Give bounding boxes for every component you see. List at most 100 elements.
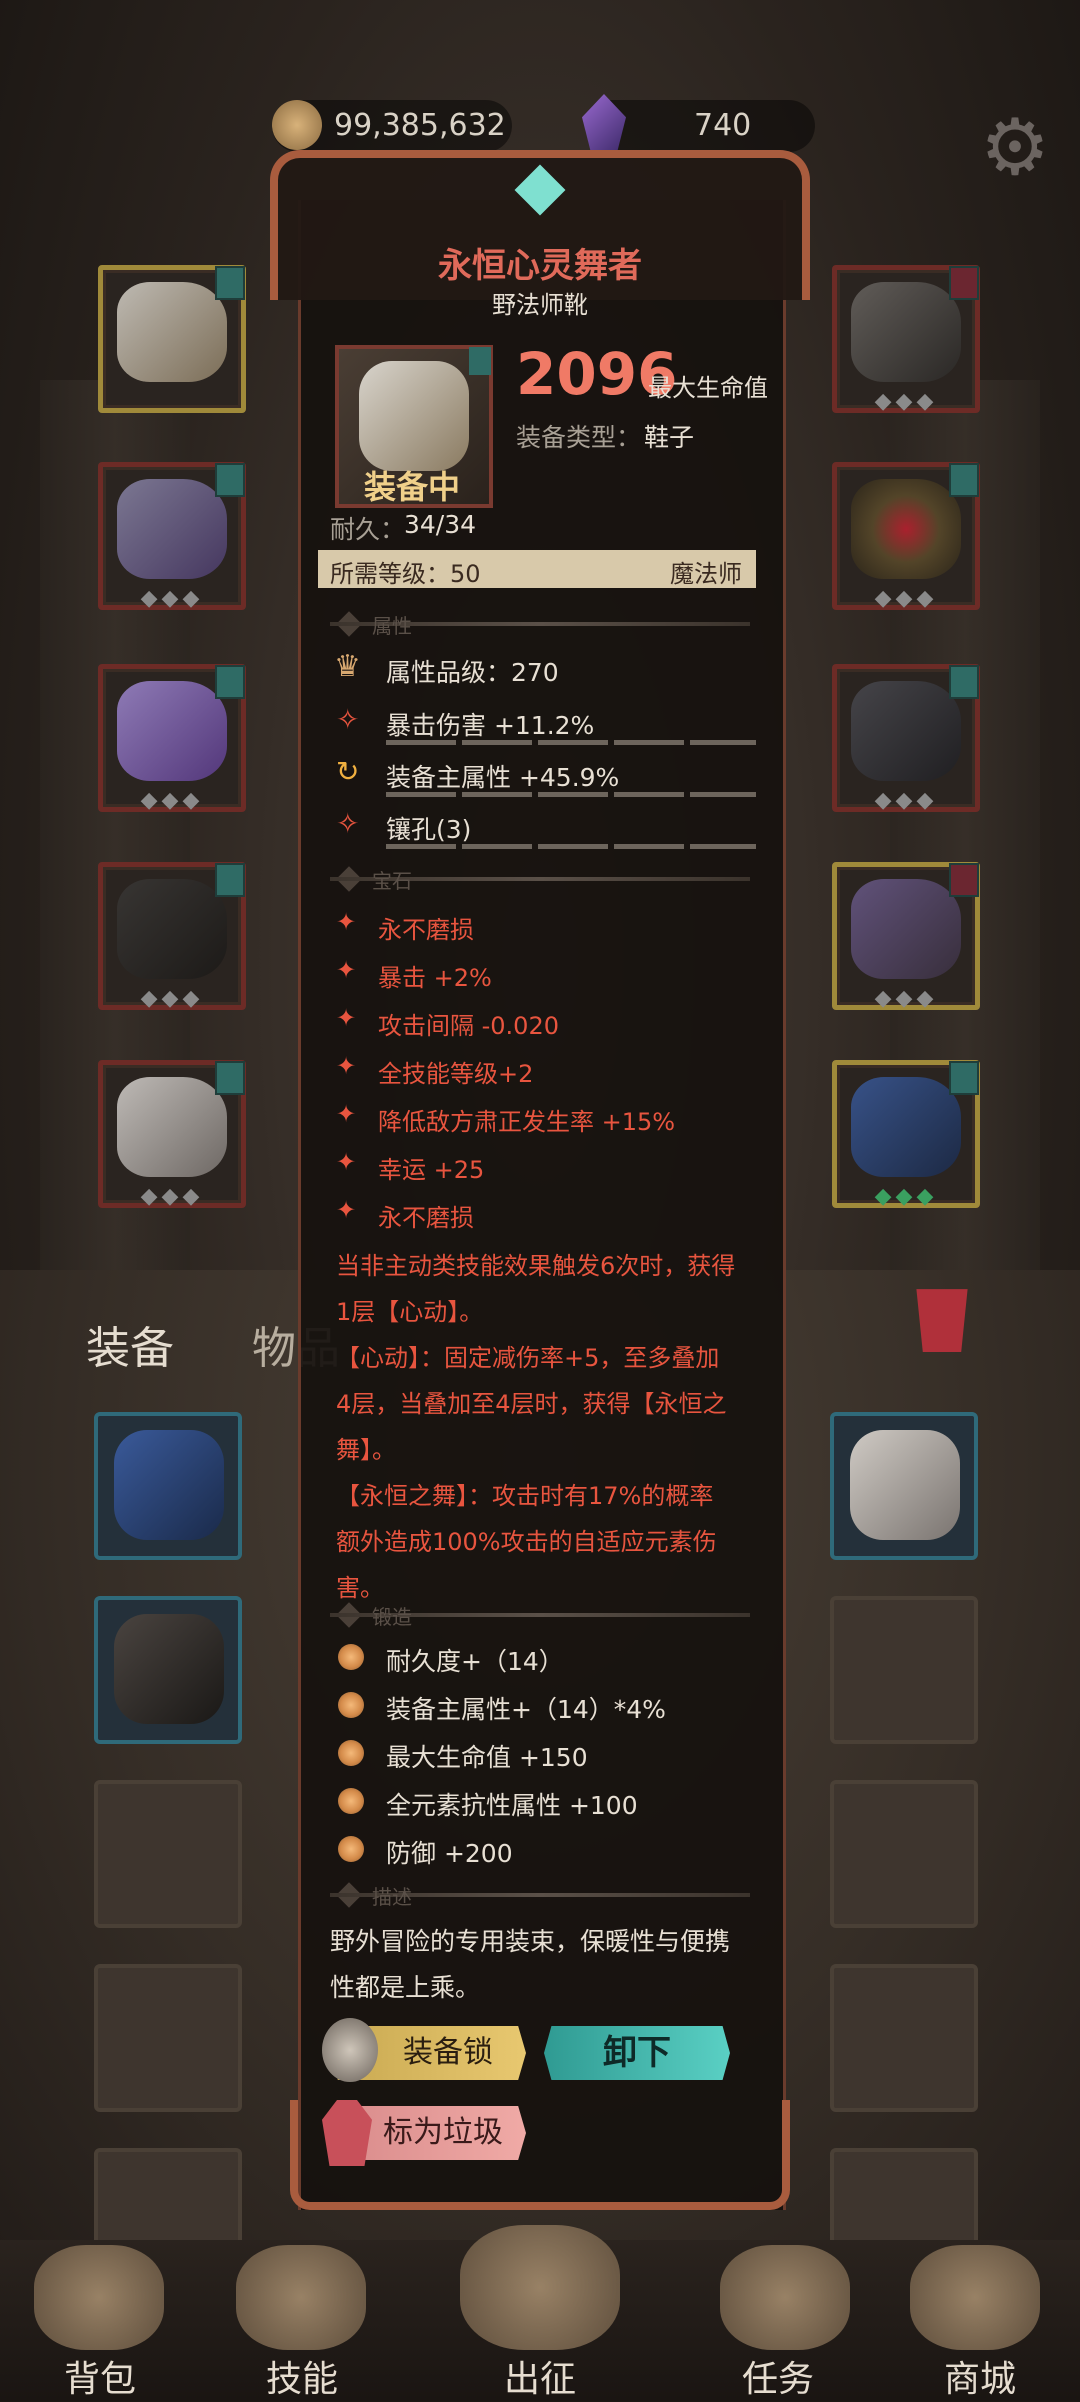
durability-value: 34/34 bbox=[404, 510, 477, 539]
item-subtitle: 野法师靴 bbox=[492, 291, 588, 319]
gem-bullet-icon: ✦ bbox=[336, 908, 357, 936]
gem-bullet-icon: ✦ bbox=[336, 1196, 357, 1224]
roll-bar bbox=[690, 844, 756, 849]
equip-slot-shield[interactable]: ◆◆◆ bbox=[832, 1060, 980, 1209]
gem-bullet-icon: ✦ bbox=[336, 956, 357, 984]
gem-line: 幸运 +25 bbox=[378, 1156, 485, 1184]
equip-slot-pants[interactable]: ◆◆◆ bbox=[98, 862, 246, 1011]
boots-icon bbox=[359, 361, 469, 471]
tab-equipment[interactable]: 装备 bbox=[86, 1312, 174, 1376]
bag-slot-empty[interactable] bbox=[94, 1964, 242, 2112]
bag-slot-empty[interactable] bbox=[94, 1780, 242, 1928]
equip-slot-boots[interactable]: ◆◆◆ bbox=[98, 1060, 246, 1209]
roll-bar bbox=[538, 740, 608, 745]
roll-bar bbox=[386, 844, 456, 849]
roll-bar bbox=[690, 740, 756, 745]
roll-bar bbox=[614, 740, 684, 745]
equip-slot-amulet[interactable]: ◆◆◆ bbox=[832, 462, 980, 611]
nav-expedition[interactable]: 出征 bbox=[470, 2350, 610, 2402]
forge-line: 装备主属性+（14）*4% bbox=[386, 1695, 666, 1724]
equip-slot-helmet-right[interactable]: ◆◆◆ bbox=[832, 265, 980, 414]
roll-bar bbox=[386, 792, 456, 797]
crown-icon: ♛ bbox=[334, 649, 361, 684]
nav-shop[interactable]: 商城 bbox=[910, 2350, 1050, 2402]
section-attributes: 属性 bbox=[372, 614, 412, 638]
set-effect-line: 额外造成100%攻击的自适应元素伤 bbox=[336, 1528, 717, 1556]
set-effect-line: 1层【心动】。 bbox=[336, 1298, 484, 1326]
unequip-button[interactable]: 卸下 bbox=[544, 2026, 730, 2080]
set-effect-line: 4层，当叠加至4层时，获得【永恒之 bbox=[336, 1390, 727, 1418]
backpack-icon[interactable] bbox=[34, 2245, 164, 2350]
socket-icon: ✧ bbox=[336, 807, 360, 840]
type-value: 鞋子 bbox=[644, 423, 695, 452]
equip-slot-armor[interactable]: ◆◆◆ bbox=[98, 462, 246, 611]
nav-skills[interactable]: 技能 bbox=[232, 2350, 372, 2402]
gold-amount: 99,385,632 bbox=[334, 108, 506, 143]
roll-bar bbox=[614, 844, 684, 849]
forge-orb-icon bbox=[338, 1692, 364, 1718]
roll-bar bbox=[462, 844, 532, 849]
main-attribute-icon: ↻ bbox=[336, 755, 360, 788]
level-requirement: 所需等级：50 bbox=[330, 560, 481, 588]
quests-icon[interactable] bbox=[720, 2245, 850, 2350]
description-line: 性都是上乘。 bbox=[330, 1973, 481, 2002]
bag-slot-pants[interactable] bbox=[830, 1412, 978, 1560]
gem-bullet-icon: ✦ bbox=[336, 1052, 357, 1080]
settings-gear-icon[interactable]: ⚙ bbox=[975, 108, 1055, 188]
forge-orb-icon bbox=[338, 1836, 364, 1862]
bag-slot-boots[interactable] bbox=[94, 1596, 242, 1744]
section-description: 描述 bbox=[372, 1885, 412, 1909]
attribute-line: 属性品级：270 bbox=[386, 658, 559, 687]
nav-backpack[interactable]: 背包 bbox=[30, 2350, 170, 2402]
equip-slot-helmet-left[interactable] bbox=[98, 265, 246, 413]
expedition-icon[interactable] bbox=[460, 2225, 620, 2350]
skills-icon[interactable] bbox=[236, 2245, 366, 2350]
set-effect-line: 害。 bbox=[336, 1574, 384, 1602]
gem-line: 全技能等级+2 bbox=[378, 1060, 534, 1088]
class-requirement: 魔法师 bbox=[670, 560, 742, 588]
bag-slot-empty[interactable] bbox=[830, 1964, 978, 2112]
forge-line: 全元素抗性属性 +100 bbox=[386, 1791, 638, 1820]
bag-slot-empty[interactable] bbox=[830, 1596, 978, 1744]
bag-slot-empty[interactable] bbox=[830, 1780, 978, 1928]
bag-slot-shield[interactable] bbox=[94, 1412, 242, 1560]
roll-bar bbox=[462, 792, 532, 797]
forge-orb-icon bbox=[338, 1788, 364, 1814]
crit-damage-icon: ✧ bbox=[336, 703, 360, 736]
gem-bullet-icon: ✦ bbox=[336, 1004, 357, 1032]
main-stat-label: 最大生命值 bbox=[648, 374, 768, 402]
gem-bullet-icon: ✦ bbox=[336, 1148, 357, 1176]
lock-icon bbox=[322, 2018, 378, 2082]
roll-bar bbox=[462, 740, 532, 745]
forge-line: 防御 +200 bbox=[386, 1839, 513, 1868]
forge-line: 耐久度+（14） bbox=[386, 1647, 564, 1676]
equip-slot-weapon[interactable]: ◆◆◆ bbox=[832, 862, 980, 1011]
section-gems: 宝石 bbox=[372, 869, 412, 893]
equip-slot-gloves[interactable]: ◆◆◆ bbox=[832, 664, 980, 813]
set-effect-line: 【心动】：固定减伤率+5，至多叠加 bbox=[336, 1344, 720, 1372]
roll-bar bbox=[386, 740, 456, 745]
forge-line: 最大生命值 +150 bbox=[386, 1743, 588, 1772]
roll-bar bbox=[538, 792, 608, 797]
forge-orb-icon bbox=[338, 1644, 364, 1670]
roll-bar bbox=[690, 792, 756, 797]
coin-icon bbox=[272, 100, 322, 150]
set-effect-line: 舞】。 bbox=[336, 1436, 396, 1464]
description-line: 野外冒险的专用装束，保暖性与便携 bbox=[330, 1927, 731, 1956]
roll-bar bbox=[614, 792, 684, 797]
gem-line: 降低敌方肃正发生率 +15% bbox=[378, 1108, 676, 1136]
shop-icon[interactable] bbox=[910, 2245, 1040, 2350]
durability-label: 耐久： bbox=[330, 515, 406, 544]
set-effect-line: 【永恒之舞】：攻击时有17%的概率 bbox=[336, 1482, 714, 1510]
nav-quests[interactable]: 任务 bbox=[708, 2350, 848, 2402]
equip-slot-cloak[interactable]: ◆◆◆ bbox=[98, 664, 246, 813]
set-effect-line: 当非主动类技能效果触发6次时，获得 bbox=[336, 1252, 736, 1280]
roll-bar bbox=[538, 844, 608, 849]
item-name: 永恒心灵舞者 bbox=[438, 246, 642, 286]
gem-line: 永不磨损 bbox=[378, 916, 474, 944]
attribute-line: 镶孔(3) bbox=[386, 815, 472, 844]
forge-orb-icon bbox=[338, 1740, 364, 1766]
gem-line: 暴击 +2% bbox=[378, 964, 492, 992]
gem-amount: 740 bbox=[694, 108, 752, 143]
gem-line: 永不磨损 bbox=[378, 1204, 474, 1232]
